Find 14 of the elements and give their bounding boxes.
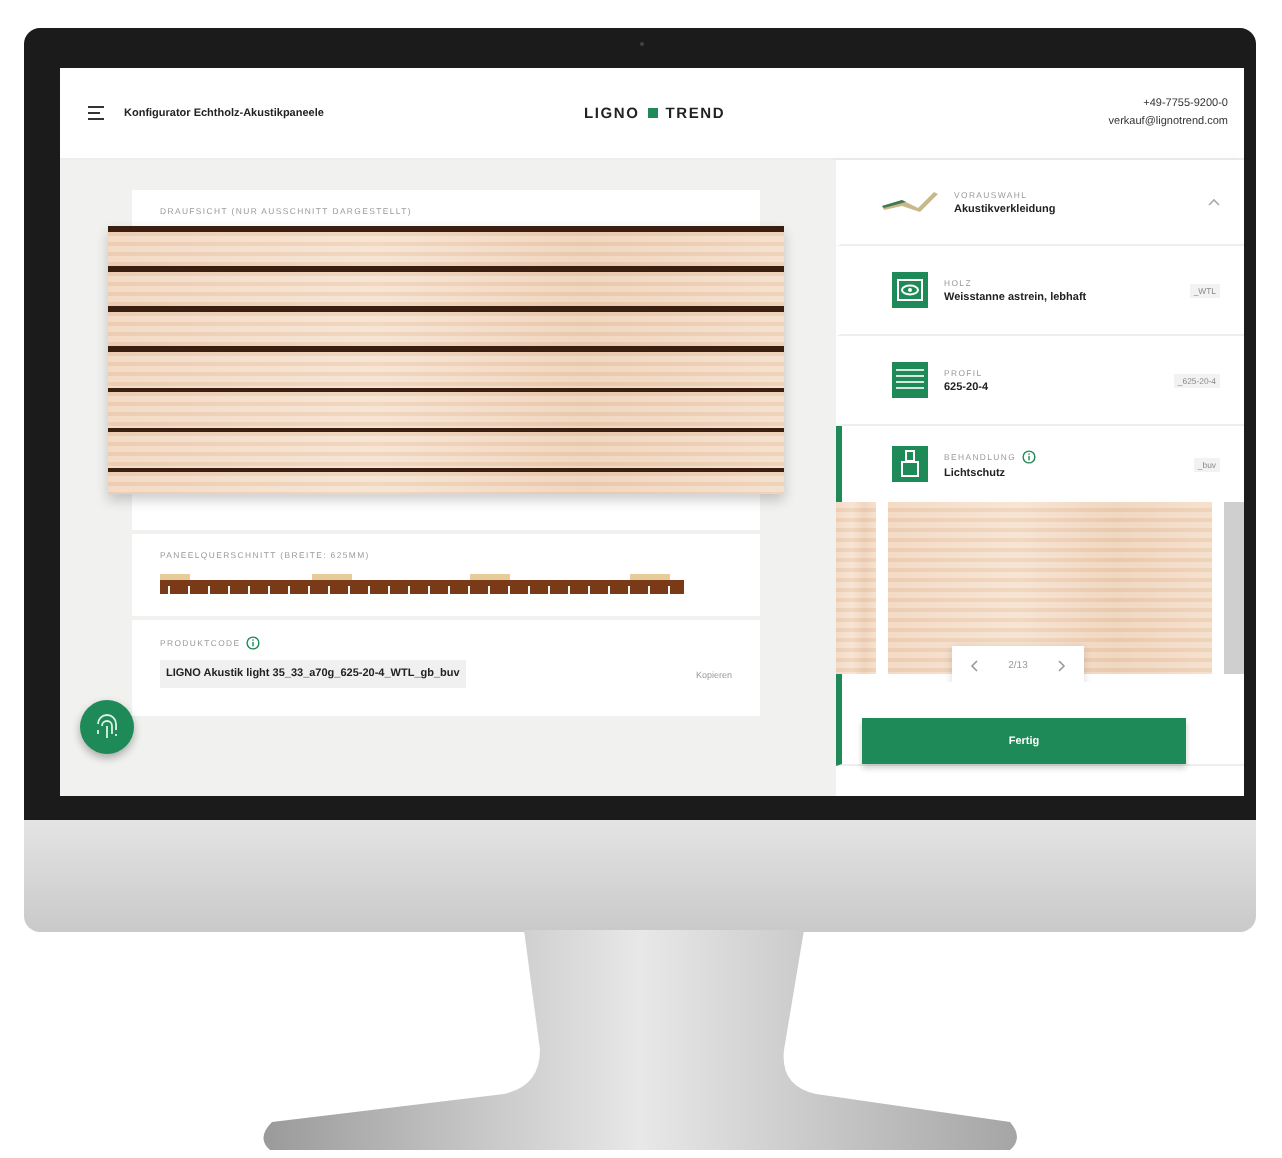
fingerprint-icon	[94, 712, 120, 742]
panel-thumbnail-drawing	[882, 190, 938, 214]
wood-swatch[interactable]	[888, 502, 1212, 674]
menu-icon[interactable]	[88, 106, 104, 120]
chevron-icon[interactable]	[1208, 198, 1220, 206]
info-icon[interactable]	[246, 636, 261, 650]
previous-icon[interactable]	[970, 660, 978, 672]
lines-icon	[892, 362, 928, 398]
next-icon[interactable]	[1057, 660, 1066, 672]
wood-swatch[interactable]	[836, 502, 876, 674]
eye-icon	[892, 272, 928, 308]
brush-icon	[892, 446, 928, 482]
info-icon[interactable]	[1022, 449, 1037, 463]
fingerprint-button[interactable]	[80, 700, 134, 754]
